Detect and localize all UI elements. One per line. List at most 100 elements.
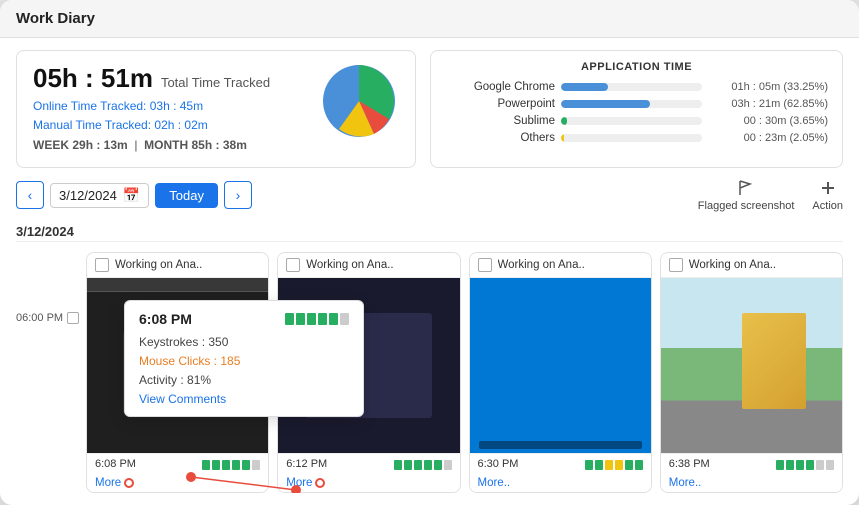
act-block: [826, 460, 834, 470]
card-header: Working on Ana..: [470, 253, 651, 278]
controls-row: ‹ 3/12/2024 📅 Today › Flagged screenshot: [16, 178, 843, 212]
manual-time-link[interactable]: Manual Time Tracked: 02h : 02m: [33, 118, 208, 132]
app-bar-fill: [561, 117, 567, 125]
more-dot: [124, 478, 134, 488]
app-time-rows: Google Chrome 01h : 05m (33.25%) Powerpo…: [445, 81, 828, 144]
app-time-title: APPLICATION TIME: [445, 61, 828, 73]
title-bar: Work Diary: [0, 0, 859, 38]
card-more: More..: [661, 474, 842, 492]
tooltip-header: 6:08 PM: [139, 311, 349, 327]
time-label: 06:00 PM: [16, 312, 79, 324]
app-name: Google Chrome: [445, 81, 555, 93]
act-block: [786, 460, 794, 470]
mouse-clicks-row: Mouse Clicks : 185: [139, 354, 349, 368]
act-block: [222, 460, 230, 470]
screenshots-area: 06:00 PM Working on Ana.. 6:: [16, 252, 843, 493]
next-date-button[interactable]: ›: [224, 181, 252, 209]
app-bar-fill: [561, 83, 608, 91]
card-header: Working on Ana..: [661, 253, 842, 278]
date-display: 3/12/2024: [59, 188, 117, 203]
right-controls: Flagged screenshot Action: [698, 178, 843, 212]
flagged-label: Flagged screenshot: [698, 200, 795, 212]
thumb-content: [661, 278, 842, 453]
flagged-screenshot-button[interactable]: Flagged screenshot: [698, 178, 795, 212]
action-button[interactable]: Action: [812, 178, 843, 212]
act-block: [625, 460, 633, 470]
calendar-icon[interactable]: 📅: [123, 187, 140, 204]
app-row: Sublime 00 : 30m (3.65%): [445, 115, 828, 127]
card-time: 6:12 PM: [286, 458, 327, 470]
card-more: More: [87, 474, 268, 492]
app-time-card: APPLICATION TIME Google Chrome 01h : 05m…: [430, 50, 843, 168]
app-bar-track: [561, 134, 702, 142]
total-time-value: 05h : 51m: [33, 63, 153, 94]
card-header: Working on Ana..: [87, 253, 268, 278]
app-bar-track: [561, 83, 702, 91]
card-footer: 6:08 PM: [87, 453, 268, 474]
online-time-link[interactable]: Online Time Tracked: 03h : 45m: [33, 99, 203, 113]
card-checkbox[interactable]: [95, 258, 109, 272]
flag-icon: [736, 178, 756, 198]
card-title: Working on Ana..: [306, 259, 393, 271]
main-content: 05h : 51m Total Time Tracked Online Time…: [0, 38, 859, 505]
act-block: [635, 460, 643, 470]
card-header: Working on Ana..: [278, 253, 459, 278]
card-thumbnail: [661, 278, 842, 453]
act-block: [404, 460, 412, 470]
tooltip-time: 6:08 PM: [139, 311, 192, 327]
app-time-value: 00 : 23m (2.05%): [708, 132, 828, 144]
activity-bar: [394, 460, 452, 470]
today-button[interactable]: Today: [155, 183, 218, 208]
act-block: [414, 460, 422, 470]
act-block: [615, 460, 623, 470]
activity-bar: [776, 460, 834, 470]
app-time-value: 00 : 30m (3.65%): [708, 115, 828, 127]
activity-bar: [202, 460, 260, 470]
act-block: [816, 460, 824, 470]
card-footer: 6:30 PM: [470, 453, 651, 474]
pie-chart: [319, 61, 399, 144]
action-label: Action: [812, 200, 843, 212]
date-nav: ‹ 3/12/2024 📅 Today ›: [16, 181, 252, 209]
total-time-label: Total Time Tracked: [161, 75, 270, 90]
card-time: 6:30 PM: [478, 458, 519, 470]
app-row: Powerpoint 03h : 21m (62.85%): [445, 98, 828, 110]
more-link[interactable]: More..: [669, 477, 702, 489]
app-bar-track: [561, 100, 702, 108]
card-time: 6:08 PM: [95, 458, 136, 470]
view-comments-link[interactable]: View Comments: [139, 392, 349, 406]
card-more: More: [278, 474, 459, 492]
more-link[interactable]: More..: [478, 477, 511, 489]
activity-block-1: [285, 313, 294, 325]
app-time-value: 01h : 05m (33.25%): [708, 81, 828, 93]
tooltip-activity-blocks: [285, 313, 349, 325]
card-checkbox[interactable]: [286, 258, 300, 272]
act-block: [212, 460, 220, 470]
activity-block-3: [307, 313, 316, 325]
card-checkbox[interactable]: [478, 258, 492, 272]
card-title: Working on Ana..: [689, 259, 776, 271]
act-block: [806, 460, 814, 470]
prev-date-button[interactable]: ‹: [16, 181, 44, 209]
act-block: [232, 460, 240, 470]
tooltip-popup: 6:08 PM Keystrokes : 350 Mouse Cli: [124, 300, 364, 417]
more-link[interactable]: More: [95, 477, 121, 489]
act-block: [595, 460, 603, 470]
app-name: Sublime: [445, 115, 555, 127]
act-block: [796, 460, 804, 470]
act-block: [252, 460, 260, 470]
date-input-wrap: 3/12/2024 📅: [50, 183, 149, 208]
app-name: Powerpoint: [445, 98, 555, 110]
card-title: Working on Ana..: [498, 259, 585, 271]
plus-icon: [818, 178, 838, 198]
act-block: [605, 460, 613, 470]
thumb-content: [470, 278, 651, 453]
screenshot-card: Working on Ana.. 6:30 PM More..: [469, 252, 652, 493]
card-checkbox[interactable]: [669, 258, 683, 272]
app-row: Google Chrome 01h : 05m (33.25%): [445, 81, 828, 93]
act-block: [242, 460, 250, 470]
more-link[interactable]: More: [286, 477, 312, 489]
activity-row: Activity : 81%: [139, 373, 349, 387]
act-block: [202, 460, 210, 470]
act-block: [394, 460, 402, 470]
